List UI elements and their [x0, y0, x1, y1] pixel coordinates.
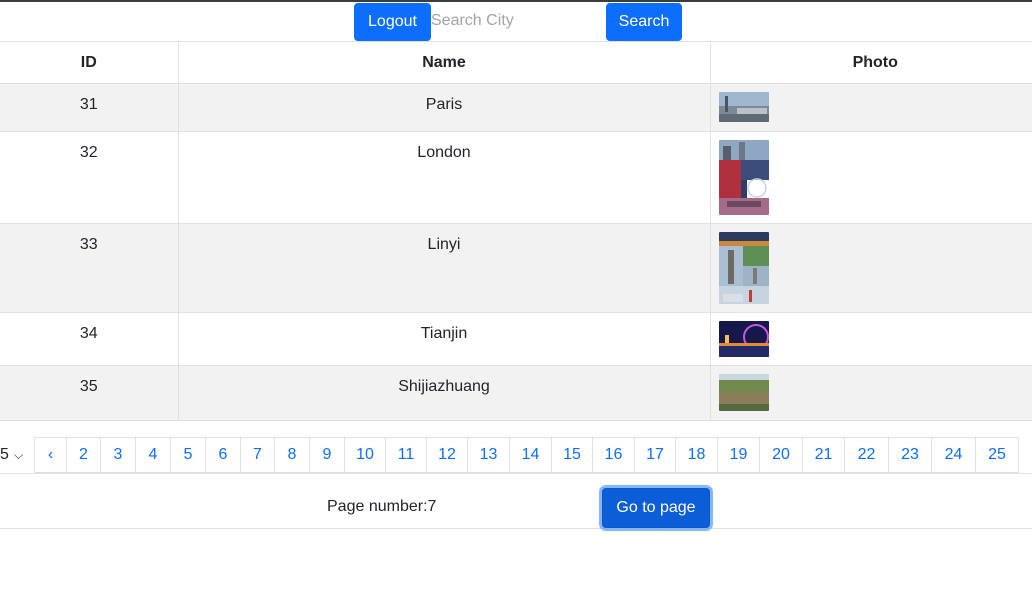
page-link-21[interactable]: 21 [803, 437, 845, 473]
cell-photo [709, 83, 1032, 132]
cell-name: Paris [177, 83, 710, 132]
column-header-id: ID [0, 41, 178, 84]
page-size-select[interactable]: 5 ⌵ [0, 444, 34, 466]
page-number-label: Page number:7 [327, 498, 437, 515]
page-link-8[interactable]: 8 [275, 437, 310, 473]
cell-id: 31 [0, 83, 178, 132]
cell-name: Tianjin [177, 312, 710, 366]
window-top-border [0, 0, 1032, 2]
page-size-value: 5 [0, 446, 9, 463]
cell-name: London [177, 131, 710, 224]
city-photo-thumbnail[interactable] [718, 374, 769, 411]
city-id: 35 [79, 378, 98, 395]
page-prev-button[interactable]: ‹ [34, 437, 67, 473]
city-name: Paris [425, 96, 463, 113]
page-link-22[interactable]: 22 [845, 437, 889, 473]
cell-name: Linyi [177, 223, 710, 313]
page-link-18[interactable]: 18 [676, 437, 718, 473]
chevron-down-icon: ⌵ [14, 448, 24, 462]
cities-table: ID Name Photo 31 Paris 32 London 33 Liny… [0, 41, 1032, 421]
column-header-photo: Photo [709, 41, 1032, 84]
page-link-25[interactable]: 25 [976, 437, 1019, 473]
page-link-17[interactable]: 17 [635, 437, 676, 473]
page-link-20[interactable]: 20 [760, 437, 803, 473]
page-link-7[interactable]: 7 [241, 437, 275, 473]
table-row: 34 Tianjin [0, 312, 1032, 366]
cell-photo [709, 131, 1032, 224]
pagination-bar: 5 ⌵ ‹ 2 3 4 5 6 7 8 9 10 11 12 13 14 15 … [0, 437, 1032, 474]
cell-photo [709, 312, 1032, 366]
table-header-row: ID Name Photo [0, 41, 1032, 84]
table-row: 32 London [0, 131, 1032, 224]
go-to-page-button[interactable]: Go to page [602, 488, 710, 528]
page-link-14[interactable]: 14 [510, 437, 552, 473]
page-link-5[interactable]: 5 [171, 437, 206, 473]
city-photo-thumbnail[interactable] [718, 321, 769, 357]
cell-id: 35 [0, 365, 178, 421]
page-link-12[interactable]: 12 [427, 437, 468, 473]
cell-id: 33 [0, 223, 178, 313]
city-name: Linyi [427, 236, 461, 253]
table-row: 31 Paris [0, 83, 1032, 132]
page-link-16[interactable]: 16 [593, 437, 635, 473]
cell-photo [709, 223, 1032, 313]
table-row: 35 Shijiazhuang [0, 365, 1032, 421]
search-button[interactable]: Search [606, 3, 682, 41]
table-row: 33 Linyi [0, 223, 1032, 313]
search-city-input[interactable] [431, 6, 601, 36]
cell-name: Shijiazhuang [177, 365, 710, 421]
cell-id: 32 [0, 131, 178, 224]
city-photo-thumbnail[interactable] [718, 232, 769, 304]
city-photo-thumbnail[interactable] [718, 92, 769, 122]
page-link-6[interactable]: 6 [206, 437, 241, 473]
city-name: London [417, 144, 471, 161]
page-link-9[interactable]: 9 [310, 437, 345, 473]
page-link-11[interactable]: 11 [386, 437, 427, 473]
page-link-15[interactable]: 15 [552, 437, 593, 473]
page-footer: Page number:7 Go to page [0, 474, 1032, 529]
page-link-10[interactable]: 10 [345, 437, 386, 473]
city-photo-thumbnail[interactable] [718, 140, 769, 215]
city-id: 34 [79, 325, 98, 342]
column-header-name: Name [177, 41, 710, 84]
logout-button[interactable]: Logout [354, 3, 431, 41]
page-link-4[interactable]: 4 [136, 437, 171, 473]
page-link-2[interactable]: 2 [67, 437, 101, 473]
city-name: Tianjin [420, 325, 468, 342]
cell-id: 34 [0, 312, 178, 366]
cell-photo [709, 365, 1032, 421]
page-link-23[interactable]: 23 [889, 437, 932, 473]
page-link-24[interactable]: 24 [932, 437, 976, 473]
page-link-3[interactable]: 3 [101, 437, 136, 473]
city-name: Shijiazhuang [398, 378, 490, 395]
city-id: 31 [79, 96, 98, 113]
city-id: 33 [79, 236, 98, 253]
page-link-13[interactable]: 13 [468, 437, 510, 473]
city-id: 32 [79, 144, 98, 161]
page-link-19[interactable]: 19 [718, 437, 760, 473]
pagination: ‹ 2 3 4 5 6 7 8 9 10 11 12 13 14 15 16 1… [34, 437, 1019, 473]
